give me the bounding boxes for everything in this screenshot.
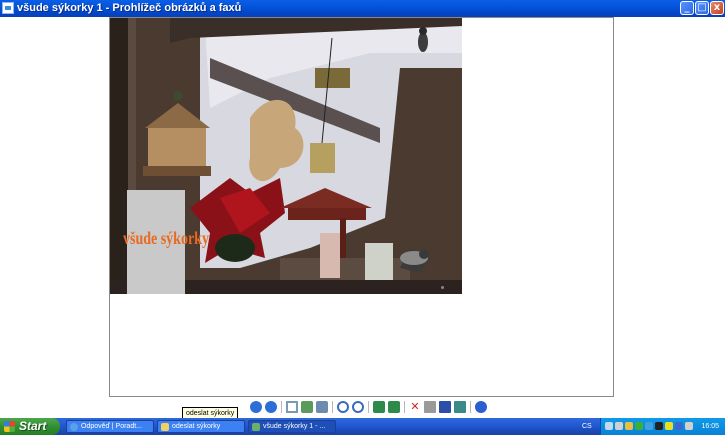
help-icon[interactable] [475, 401, 487, 413]
previous-image-icon[interactable] [250, 401, 262, 413]
task-label: Odpověď | Poradt... [81, 423, 142, 430]
start-label: Start [19, 419, 47, 433]
open-with-icon[interactable] [454, 401, 466, 413]
rotate-clockwise-icon[interactable] [373, 401, 385, 413]
taskbar: Start Odpověď | Poradt... odeslat sýkork… [0, 418, 725, 435]
image-viewer-icon [2, 2, 14, 14]
printer-tray-icon[interactable] [615, 422, 623, 430]
zoom-in-icon[interactable] [337, 401, 349, 413]
antivirus-icon[interactable] [665, 422, 673, 430]
network-icon[interactable] [605, 422, 613, 430]
toolbar-separator [470, 401, 471, 413]
minimize-button[interactable]: _ [680, 1, 694, 15]
save-icon[interactable] [439, 401, 451, 413]
toolbar-separator [368, 401, 369, 413]
next-image-icon[interactable] [265, 401, 277, 413]
delete-icon[interactable]: ✕ [409, 401, 421, 413]
bird-silhouette [418, 27, 428, 52]
rotate-counterclockwise-icon[interactable] [388, 401, 400, 413]
bird-on-ledge [400, 249, 429, 265]
usb-icon[interactable] [685, 422, 693, 430]
windows-logo-icon [4, 421, 15, 432]
security-icon[interactable] [635, 422, 643, 430]
system-tray: 16:05 [600, 418, 725, 435]
image-speck [441, 286, 444, 289]
taskbar-item-odpoved[interactable]: Odpověď | Poradt... [66, 420, 154, 433]
task-label: odeslat sýkorky [172, 423, 221, 430]
update-icon[interactable] [675, 422, 683, 430]
best-fit-icon[interactable] [286, 401, 298, 413]
folder-icon [161, 423, 169, 431]
maximize-button[interactable]: □ [695, 1, 709, 15]
start-button[interactable]: Start [0, 418, 60, 435]
toolbar-separator [404, 401, 405, 413]
clock[interactable]: 16:05 [701, 418, 719, 435]
taskbar-item-vsude-sykorky[interactable]: všude sýkorky 1 - ... [248, 420, 336, 433]
viewer-toolbar: ✕ [250, 400, 490, 414]
actual-size-icon[interactable] [301, 401, 313, 413]
window-title: všude sýkorky 1 - Prohlížeč obrázků a fa… [17, 2, 242, 14]
title-bar: všude sýkorky 1 - Prohlížeč obrázků a fa… [0, 0, 725, 17]
app-tray-icon[interactable] [655, 422, 663, 430]
slideshow-icon[interactable] [316, 401, 328, 413]
ie-icon [70, 423, 78, 431]
language-indicator[interactable]: CS [582, 418, 592, 435]
toolbar-separator [332, 401, 333, 413]
taskbar-item-odeslat-sykorky[interactable]: odeslat sýkorky [157, 420, 245, 433]
overlay-text-card: všude sýkorky [123, 190, 209, 294]
image-viewer-icon [252, 423, 260, 431]
messenger-icon[interactable] [645, 422, 653, 430]
task-label: všude sýkorky 1 - ... [263, 423, 326, 430]
toolbar-separator [281, 401, 282, 413]
picture-frame: všude sýkorky [109, 17, 614, 397]
close-button[interactable]: x [710, 1, 724, 15]
overlay-text: všude sýkorky [123, 229, 209, 250]
volume-icon[interactable] [625, 422, 633, 430]
print-icon[interactable] [424, 401, 436, 413]
zoom-out-icon[interactable] [352, 401, 364, 413]
